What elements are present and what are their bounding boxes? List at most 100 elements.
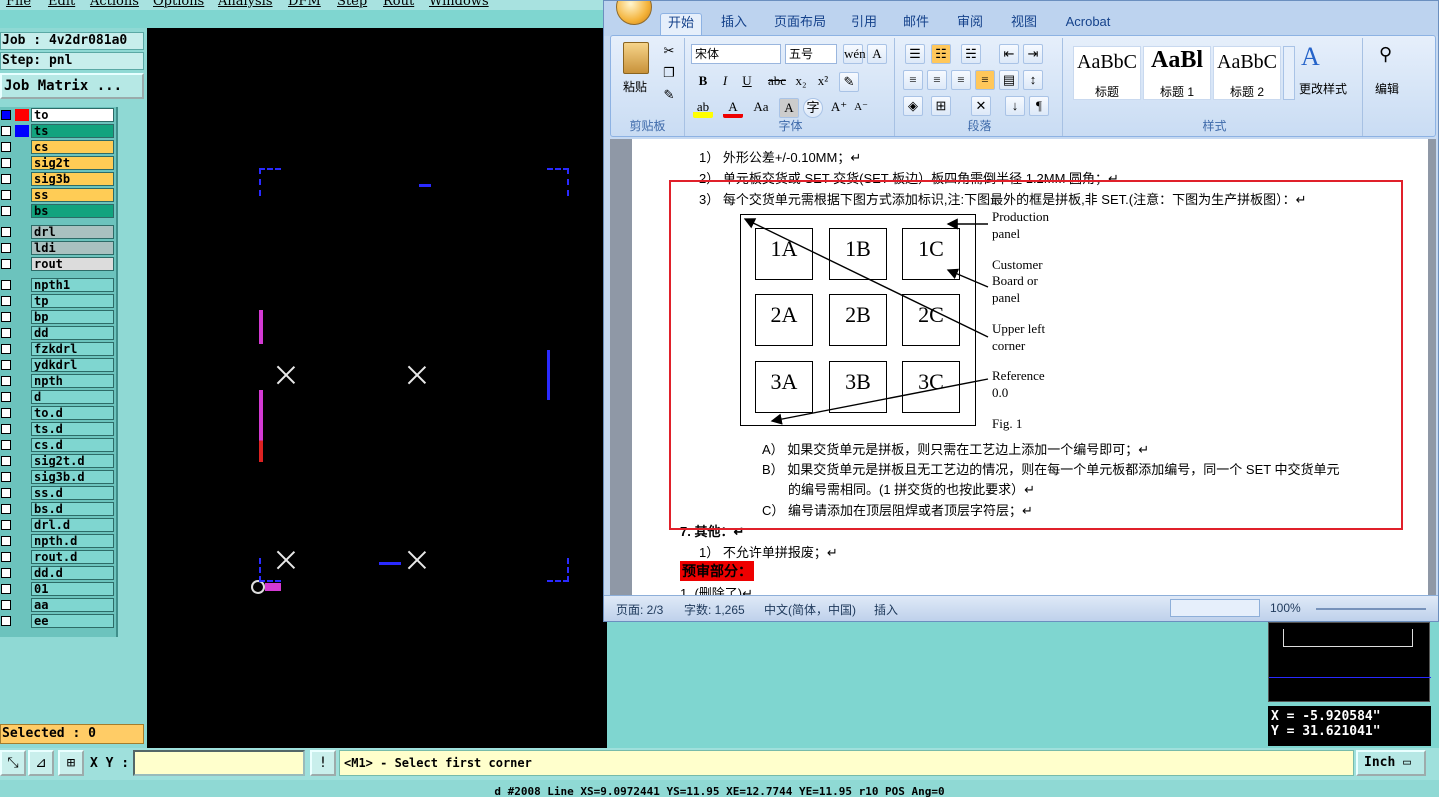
zoom-slider[interactable]: [1316, 608, 1426, 610]
font-name-combo[interactable]: 宋体: [691, 44, 781, 64]
layer-checkbox[interactable]: [1, 110, 11, 120]
layer-name[interactable]: fzkdrl: [31, 342, 114, 356]
layer-checkbox[interactable]: [1, 227, 11, 237]
layer-row[interactable]: dd: [0, 326, 118, 340]
layer-checkbox[interactable]: [1, 158, 11, 168]
zoom-level[interactable]: 100%: [1270, 601, 1301, 615]
office-button[interactable]: [616, 1, 652, 25]
tab-insert[interactable]: 插入: [716, 13, 752, 35]
line-spacing-icon[interactable]: ↕: [1023, 70, 1043, 90]
layer-checkbox[interactable]: [1, 504, 11, 514]
layer-name[interactable]: npth1: [31, 278, 114, 292]
layer-name[interactable]: bs: [31, 204, 114, 218]
underline-icon[interactable]: U: [737, 72, 757, 92]
layer-name[interactable]: sig2t: [31, 156, 114, 170]
subscript-icon[interactable]: x₂: [791, 72, 811, 92]
layer-name[interactable]: bs.d: [31, 502, 114, 516]
layer-name[interactable]: ee: [31, 614, 114, 628]
layer-checkbox[interactable]: [1, 568, 11, 578]
layer-row[interactable]: npth1: [0, 278, 118, 292]
layer-checkbox[interactable]: [1, 206, 11, 216]
layer-row[interactable]: ss: [0, 188, 118, 202]
layer-name[interactable]: d: [31, 390, 114, 404]
tab-acrobat[interactable]: Acrobat: [1062, 13, 1114, 35]
layer-checkbox[interactable]: [1, 312, 11, 322]
layer-checkbox[interactable]: [1, 536, 11, 546]
layer-name[interactable]: ldi: [31, 241, 114, 255]
layer-row[interactable]: drl.d: [0, 518, 118, 532]
layer-checkbox[interactable]: [1, 392, 11, 402]
style-heading1[interactable]: AaBl 标题 1: [1143, 46, 1211, 100]
tab-layout[interactable]: 页面布局: [770, 13, 830, 35]
layer-name[interactable]: rout.d: [31, 550, 114, 564]
menu-options[interactable]: Options: [153, 0, 204, 9]
layer-name[interactable]: cs: [31, 140, 114, 154]
numbering-icon[interactable]: ☷: [931, 44, 951, 64]
layer-checkbox[interactable]: [1, 126, 11, 136]
distributed-icon[interactable]: ▤: [999, 70, 1019, 90]
layer-checkbox[interactable]: [1, 424, 11, 434]
zoom-window-icon[interactable]: ⤡: [0, 750, 26, 776]
menu-actions[interactable]: Actions: [90, 0, 139, 9]
layer-name[interactable]: sig2t.d: [31, 454, 114, 468]
layer-row[interactable]: rout: [0, 257, 118, 271]
grid-icon[interactable]: ⊞: [58, 750, 84, 776]
layer-row[interactable]: 01: [0, 582, 118, 596]
layer-checkbox[interactable]: [1, 344, 11, 354]
sort-icon[interactable]: ↓: [1005, 96, 1025, 116]
shrink-font-icon[interactable]: A⁻: [851, 98, 871, 118]
enclose-char-icon[interactable]: 字: [803, 98, 823, 118]
insert-mode[interactable]: 插入: [874, 601, 898, 618]
graphic-canvas[interactable]: [147, 28, 607, 748]
layer-row[interactable]: sig2t: [0, 156, 118, 170]
layer-checkbox[interactable]: [1, 456, 11, 466]
tab-references[interactable]: 引用: [848, 13, 880, 35]
menu-windows[interactable]: Windows: [429, 0, 489, 9]
layer-name[interactable]: dd: [31, 326, 114, 340]
tab-home[interactable]: 开始: [660, 13, 702, 35]
layer-name[interactable]: npth.d: [31, 534, 114, 548]
highlight-icon[interactable]: ab: [693, 98, 713, 118]
clear-format-icon[interactable]: ✎: [839, 72, 859, 92]
layer-checkbox[interactable]: [1, 328, 11, 338]
layer-checkbox[interactable]: [1, 142, 11, 152]
job-matrix-button[interactable]: Job Matrix ...: [0, 73, 144, 99]
alert-icon[interactable]: !: [310, 750, 336, 776]
style-heading2[interactable]: AaBbC 标题 2: [1213, 46, 1281, 100]
unit-select[interactable]: Inch ▭: [1356, 750, 1426, 776]
layer-checkbox[interactable]: [1, 190, 11, 200]
layer-checkbox[interactable]: [1, 520, 11, 530]
layer-row[interactable]: ts: [0, 124, 118, 138]
chinese-layout-icon[interactable]: ✕: [971, 96, 991, 116]
layer-checkbox[interactable]: [1, 243, 11, 253]
layer-row[interactable]: ee: [0, 614, 118, 628]
layer-row[interactable]: sig2t.d: [0, 454, 118, 468]
layer-name[interactable]: ts.d: [31, 422, 114, 436]
layer-name[interactable]: dd.d: [31, 566, 114, 580]
layer-row[interactable]: npth: [0, 374, 118, 388]
document-page[interactable]: 1） 外形公差+/-0.10MM；↵ 2） 单元板交货或 SET 交货(SET …: [632, 139, 1428, 601]
minimap[interactable]: [1268, 622, 1431, 702]
layer-name[interactable]: ss.d: [31, 486, 114, 500]
cut-icon[interactable]: ✂: [659, 42, 679, 62]
layer-row[interactable]: ts.d: [0, 422, 118, 436]
align-right-icon[interactable]: ≡: [951, 70, 971, 90]
style-title[interactable]: AaBbC 标题: [1073, 46, 1141, 100]
view-buttons[interactable]: [1170, 599, 1260, 617]
tab-view[interactable]: 视图: [1008, 13, 1040, 35]
layer-name[interactable]: sig3b: [31, 172, 114, 186]
layer-name[interactable]: npth: [31, 374, 114, 388]
layer-name[interactable]: 01: [31, 582, 114, 596]
layer-name[interactable]: to.d: [31, 406, 114, 420]
layer-row[interactable]: tp: [0, 294, 118, 308]
xy-input[interactable]: [133, 750, 305, 776]
bullets-icon[interactable]: ☰: [905, 44, 925, 64]
layer-row[interactable]: ydkdrl: [0, 358, 118, 372]
layer-row[interactable]: ldi: [0, 241, 118, 255]
layer-row[interactable]: cs.d: [0, 438, 118, 452]
tab-mailings[interactable]: 邮件: [900, 13, 932, 35]
align-center-icon[interactable]: ≡: [927, 70, 947, 90]
layer-name[interactable]: drl.d: [31, 518, 114, 532]
layer-row[interactable]: bp: [0, 310, 118, 324]
layer-name[interactable]: to: [31, 108, 114, 122]
